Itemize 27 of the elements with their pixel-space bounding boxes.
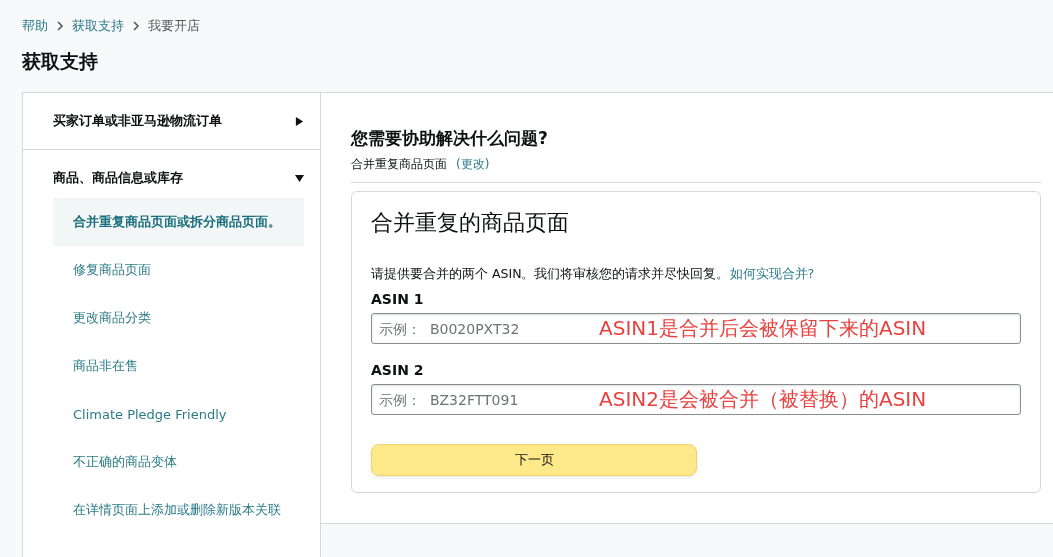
sidebar-item[interactable]: 不正确的商品变体 xyxy=(53,438,304,486)
sidebar-item[interactable]: 在详情页面上添加或删除新版本关联 xyxy=(53,486,304,534)
breadcrumb-current: 我要开店 xyxy=(148,17,200,35)
form-title: 合并重复的商品页面 xyxy=(371,209,570,237)
sidebar-section-header[interactable]: 买家订单或非亚马逊物流订单 xyxy=(53,93,304,149)
annotation-text: ASIN2是会被合并（被替换）的ASIN xyxy=(599,386,927,413)
help-link[interactable]: 如何实现合并? xyxy=(729,266,815,281)
change-link[interactable]: (更改) xyxy=(456,156,490,173)
sidebar-item[interactable]: 修复商品页面 xyxy=(53,246,304,294)
triangle-down-icon xyxy=(295,173,304,183)
next-page-button[interactable]: 下一页 xyxy=(371,444,697,476)
field-label: ASIN 1 xyxy=(371,291,424,307)
sidebar-item[interactable]: 合并重复商品页面或拆分商品页面。 xyxy=(53,198,304,246)
triangle-right-icon xyxy=(295,116,304,126)
sidebar-item[interactable]: 商品非在售 xyxy=(53,342,304,390)
form-description: 请提供要合并的两个 ASIN。我们将审核您的请求并尽快回复。如何实现合并? xyxy=(371,266,816,283)
sidebar-item[interactable]: 更改商品分类 xyxy=(53,294,304,342)
question-heading: 您需要协助解决什么问题? xyxy=(351,127,549,150)
topic-text: 合并重复商品页面 xyxy=(351,156,447,173)
field-label: ASIN 2 xyxy=(371,362,424,378)
breadcrumb-link[interactable]: 帮助 xyxy=(22,17,48,35)
breadcrumb-link[interactable]: 获取支持 xyxy=(72,17,124,35)
chevron-right-icon xyxy=(132,21,140,31)
sidebar-item[interactable]: Climate Pledge Friendly xyxy=(53,390,304,438)
annotation-text: ASIN1是合并后会被保留下来的ASIN xyxy=(599,315,927,342)
chevron-right-icon xyxy=(56,21,64,31)
page-title: 获取支持 xyxy=(21,49,99,74)
